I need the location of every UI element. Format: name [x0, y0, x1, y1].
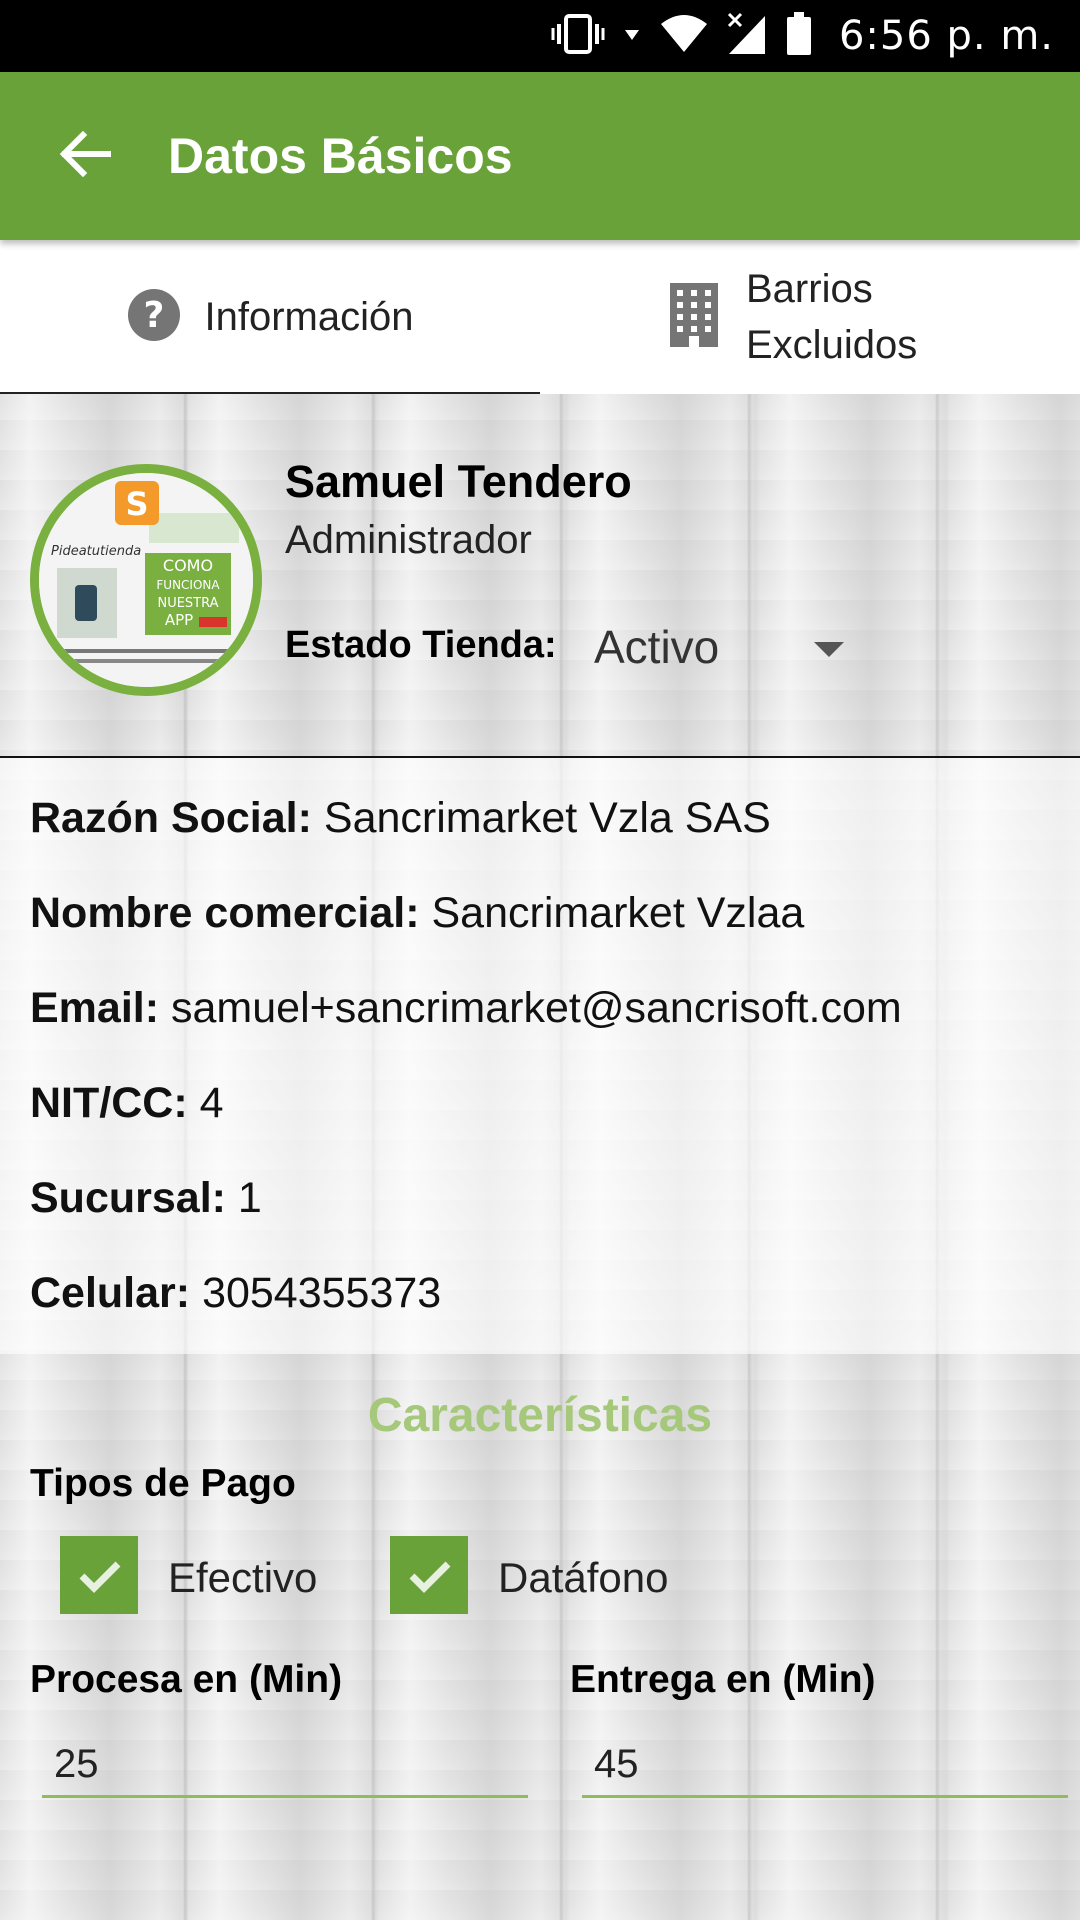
email-value: samuel+sancrimarket@sancrisoft.com	[171, 984, 902, 1032]
profile-name: Samuel Tendero	[285, 456, 632, 507]
status-time: 6:56 p. m.	[838, 13, 1054, 59]
nombre-comercial-value: Sancrimarket Vzlaa	[431, 889, 805, 937]
entrega-input[interactable]: 45	[582, 1734, 1068, 1798]
svg-text:NUESTRA: NUESTRA	[157, 596, 218, 611]
tab-barrios-excluidos[interactable]: Barrios Excluidos	[540, 240, 1080, 394]
procesa-label: Procesa en (Min)	[30, 1658, 343, 1701]
svg-text:FUNCIONA: FUNCIONA	[156, 578, 220, 592]
estado-label: Estado Tienda:	[285, 624, 557, 666]
signal-icon	[727, 12, 767, 60]
building-icon	[670, 282, 718, 352]
sucursal-label: Sucursal:	[30, 1174, 226, 1222]
sucursal-row: Sucursal: 1	[30, 1174, 262, 1223]
page-title: Datos Básicos	[168, 128, 513, 184]
nit-value: 4	[199, 1079, 224, 1127]
nombre-comercial-row: Nombre comercial: Sancrimarket Vzlaa	[30, 889, 804, 938]
estado-dropdown[interactable]: Activo	[594, 612, 854, 682]
efectivo-label: Efectivo	[168, 1554, 318, 1601]
store-details: Razón Social: Sancrimarket Vzla SAS Nomb…	[0, 758, 1080, 1354]
tab-informacion-label: Información	[204, 295, 414, 339]
nit-row: NIT/CC: 4	[30, 1079, 224, 1128]
entrega-label: Entrega en (Min)	[570, 1658, 876, 1701]
vibrate-icon	[551, 12, 605, 60]
celular-row: Celular: 3054355373	[30, 1269, 441, 1318]
features-section: Características Tipos de Pago Efectivo D…	[0, 1354, 1080, 1920]
svg-text:COMO: COMO	[163, 556, 213, 575]
razon-social-value: Sancrimarket Vzla SAS	[323, 794, 771, 842]
tab-informacion[interactable]: ? Información	[0, 240, 540, 394]
email-row: Email: samuel+sancrimarket@sancrisoft.co…	[30, 984, 902, 1033]
procesa-input[interactable]: 25	[42, 1734, 528, 1798]
razon-social-row: Razón Social: Sancrimarket Vzla SAS	[30, 794, 771, 843]
features-title: Características	[367, 1389, 713, 1442]
celular-value: 3054355373	[202, 1269, 442, 1317]
svg-text:APP: APP	[165, 611, 193, 629]
app-bar: Datos Básicos	[0, 72, 1080, 240]
nit-label: NIT/CC:	[30, 1079, 188, 1127]
profile-role: Administrador	[285, 518, 532, 562]
wifi-icon	[659, 14, 709, 58]
battery-icon	[785, 11, 813, 61]
svg-text:?: ?	[143, 295, 164, 336]
checkbox-efectivo[interactable]	[60, 1536, 138, 1614]
avatar[interactable]: S Pideatutienda COMO FUNCIONA NUESTRA AP…	[30, 464, 262, 696]
check-icon	[409, 1561, 451, 1593]
check-icon	[79, 1561, 121, 1593]
status-bar: 6:56 p. m.	[0, 0, 1080, 72]
help-circle-icon: ?	[127, 288, 181, 347]
email-label: Email:	[30, 984, 160, 1032]
sucursal-value: 1	[237, 1174, 262, 1222]
data-arrow-icon	[623, 24, 641, 48]
back-button[interactable]	[30, 101, 140, 211]
razon-social-label: Razón Social:	[30, 794, 312, 842]
nombre-comercial-label: Nombre comercial:	[30, 889, 420, 937]
checkbox-datafono[interactable]	[390, 1536, 468, 1614]
estado-value: Activo	[594, 621, 720, 673]
payment-types-label: Tipos de Pago	[30, 1462, 296, 1505]
tab-barrios-label: Barrios Excluidos	[746, 267, 918, 367]
dropdown-caret-icon	[814, 642, 844, 657]
arrow-back-icon	[59, 130, 112, 182]
tab-bar: ? Información Barrios Excluidos	[0, 240, 1080, 394]
celular-label: Celular:	[30, 1269, 191, 1317]
svg-text:S: S	[125, 485, 148, 523]
datafono-label: Datáfono	[498, 1554, 669, 1601]
avatar-brand: Pideatutienda	[51, 544, 141, 559]
profile-header: S Pideatutienda COMO FUNCIONA NUESTRA AP…	[0, 394, 1080, 758]
content-area: S Pideatutienda COMO FUNCIONA NUESTRA AP…	[0, 394, 1080, 1920]
